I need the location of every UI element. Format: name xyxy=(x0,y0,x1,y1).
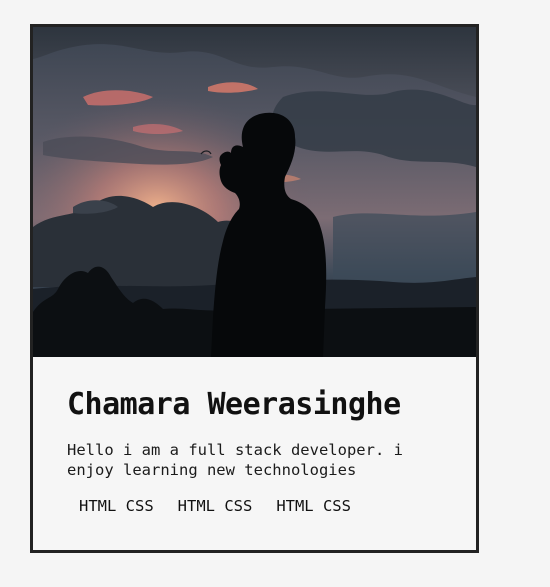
card-body: Chamara Weerasinghe Hello i am a full st… xyxy=(33,357,476,550)
tag-html-css-2: HTML CSS xyxy=(177,497,253,515)
tag-html-css-1: HTML CSS xyxy=(79,497,154,515)
tag-html-css-3: HTML CSS xyxy=(276,497,351,515)
profile-photo xyxy=(33,27,476,357)
profile-description: Hello i am a full stack developer. i enj… xyxy=(67,441,403,479)
tag-list: HTML CSS HTML CSS HTML CSS xyxy=(79,497,375,515)
profile-card: Chamara Weerasinghe Hello i am a full st… xyxy=(30,24,479,553)
sunset-silhouette-image xyxy=(33,27,476,357)
profile-name: Chamara Weerasinghe xyxy=(67,387,401,422)
